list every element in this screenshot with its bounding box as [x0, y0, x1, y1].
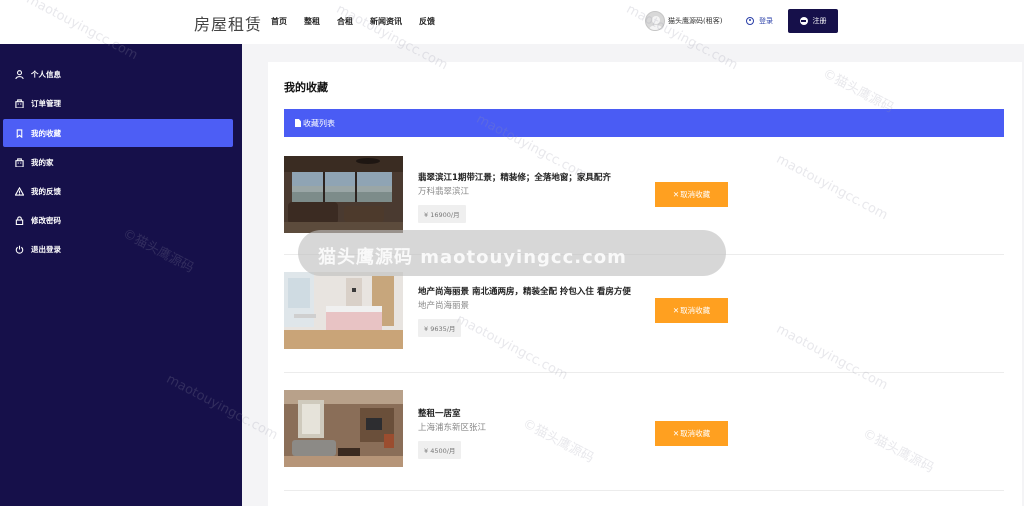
- sidebar-item-label: 订单管理: [31, 98, 61, 108]
- minus-circle-icon: [799, 17, 808, 25]
- nav-whole-rent[interactable]: 整租: [304, 16, 320, 27]
- warning-icon: [14, 186, 24, 196]
- house-photo[interactable]: [284, 272, 403, 349]
- sidebar-item-logout[interactable]: 退出登录: [3, 235, 233, 263]
- cancel-favorite-label: 取消收藏: [680, 429, 711, 438]
- page-title: 我的收藏: [284, 81, 328, 94]
- login-label: 登录: [759, 17, 773, 25]
- user-menu[interactable]: 猫头鹰源码(租客): [645, 11, 722, 31]
- cancel-favorite-label: 取消收藏: [680, 190, 711, 199]
- register-label: 注册: [812, 17, 827, 25]
- cancel-favorite-button[interactable]: ✕ 取消收藏: [655, 421, 728, 446]
- close-icon: ✕: [672, 429, 680, 438]
- user-icon: [14, 69, 24, 79]
- favorite-title[interactable]: 整租一居室: [418, 407, 638, 421]
- nav-news[interactable]: 新闻资讯: [370, 16, 402, 27]
- building-icon: [14, 157, 24, 167]
- lock-icon: [14, 215, 24, 225]
- favorite-item: 整租一居室 上海浦东新区张江 ¥ 4500/月 ✕ 取消收藏: [284, 373, 1004, 491]
- panel-title: 收藏列表: [303, 118, 335, 128]
- sidebar-item-label: 我的家: [31, 157, 54, 167]
- favorite-title[interactable]: 地产尚海丽景 南北通两房，精装全配 拎包入住 看房方便: [418, 285, 638, 299]
- watermark-banner-text: 猫头鹰源码 maotouyingcc.com: [318, 247, 627, 268]
- sidebar-item-feedback[interactable]: 我的反馈: [3, 177, 233, 205]
- price-badge: ¥ 4500/月: [418, 441, 462, 459]
- document-icon: [295, 119, 301, 127]
- login-link[interactable]: 登录: [746, 16, 773, 26]
- bookmark-icon: [14, 128, 24, 138]
- sidebar: 个人信息 订单管理 我的收藏 我的家 我的反馈 修改密码 退出登录: [0, 44, 242, 506]
- sidebar-item-label: 修改密码: [31, 215, 61, 225]
- price-badge: ¥ 9635/月: [418, 319, 462, 337]
- favorites-panel-header: 收藏列表: [284, 109, 1004, 137]
- close-icon: ✕: [672, 190, 680, 199]
- sidebar-item-favorites[interactable]: 我的收藏: [3, 119, 233, 147]
- main-nav: 首页 整租 合租 新闻资讯 反馈: [271, 16, 452, 27]
- cancel-favorite-label: 取消收藏: [680, 306, 711, 315]
- user-circle-icon: [746, 17, 754, 25]
- sidebar-item-label: 我的反馈: [31, 186, 61, 196]
- favorite-address: 地产尚海丽景: [418, 301, 470, 311]
- sidebar-item-label: 个人信息: [31, 69, 61, 79]
- sidebar-item-orders[interactable]: 订单管理: [3, 89, 233, 117]
- house-photo[interactable]: [284, 390, 403, 467]
- favorite-info: 地产尚海丽景 南北通两房，精装全配 拎包入住 看房方便 地产尚海丽景 ¥ 963…: [418, 285, 638, 337]
- sidebar-item-change-password[interactable]: 修改密码: [3, 206, 233, 234]
- avatar: [645, 11, 665, 31]
- user-name: 猫头鹰源码(租客): [668, 17, 723, 25]
- close-icon: ✕: [672, 306, 680, 315]
- brand-logo[interactable]: 房屋租赁: [194, 11, 262, 35]
- sidebar-item-my-home[interactable]: 我的家: [3, 148, 233, 176]
- favorite-address: 万科翡翠滨江: [418, 187, 470, 197]
- favorite-info: 翡翠滨江1期带江景；精装修；全落地窗；家具配齐 万科翡翠滨江 ¥ 16900/月: [418, 171, 638, 223]
- nav-shared-rent[interactable]: 合租: [337, 16, 353, 27]
- power-icon: [14, 244, 24, 254]
- cancel-favorite-button[interactable]: ✕ 取消收藏: [655, 298, 728, 323]
- top-navbar: 房屋租赁 首页 整租 合租 新闻资讯 反馈 猫头鹰源码(租客) 登录 注册: [0, 0, 1024, 44]
- sidebar-item-profile[interactable]: 个人信息: [3, 60, 233, 88]
- price-badge: ¥ 16900/月: [418, 205, 466, 223]
- nav-home[interactable]: 首页: [271, 16, 287, 27]
- favorite-address: 上海浦东新区张江: [418, 423, 487, 433]
- register-button[interactable]: 注册: [788, 9, 838, 33]
- cancel-favorite-button[interactable]: ✕ 取消收藏: [655, 182, 728, 207]
- sidebar-item-label: 退出登录: [31, 244, 61, 254]
- building-icon: [14, 98, 24, 108]
- favorite-info: 整租一居室 上海浦东新区张江 ¥ 4500/月: [418, 407, 638, 459]
- house-photo[interactable]: [284, 156, 403, 233]
- sidebar-item-label: 我的收藏: [31, 128, 61, 138]
- favorite-title[interactable]: 翡翠滨江1期带江景；精装修；全落地窗；家具配齐: [418, 171, 638, 185]
- nav-feedback[interactable]: 反馈: [419, 16, 435, 27]
- favorites-card: 我的收藏 收藏列表 翡翠滨江1期带江景；精装修；全落地窗；家具配齐 万科翡翠滨江…: [268, 62, 1022, 506]
